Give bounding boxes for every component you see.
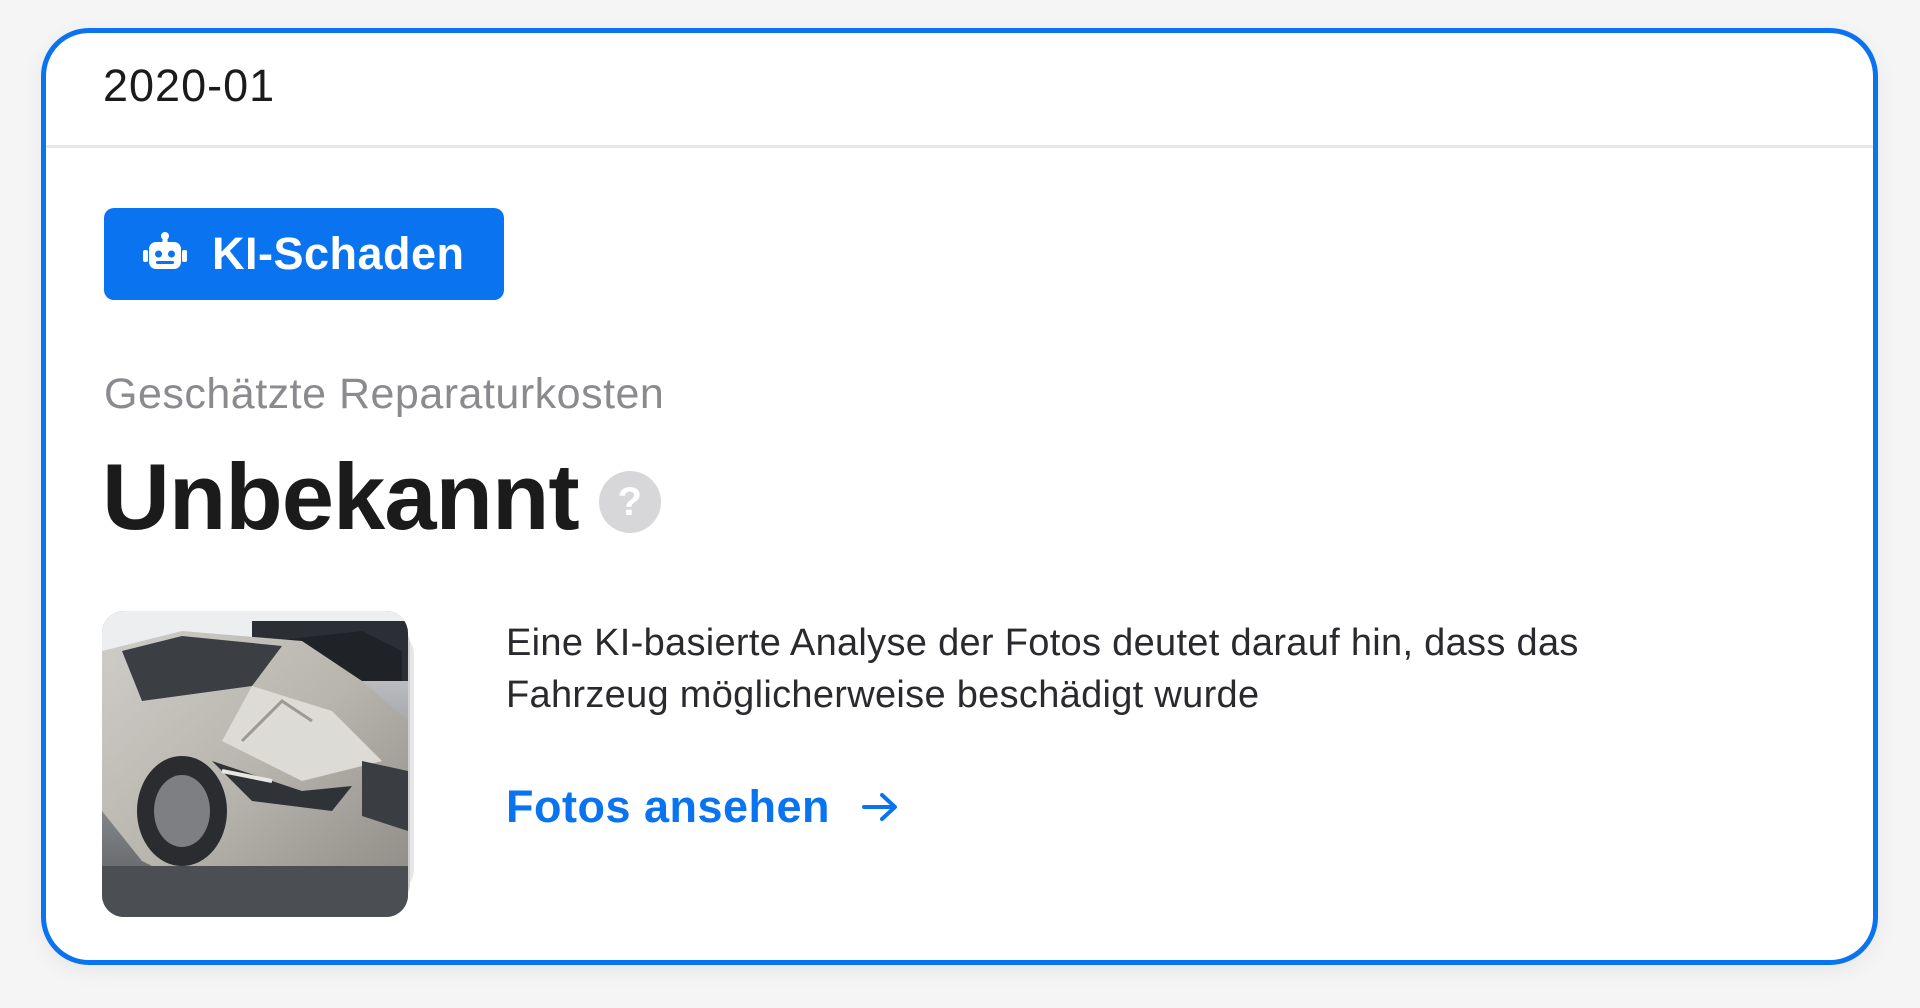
repair-cost-value: Unbekannt xyxy=(102,444,580,549)
ki-damage-badge: KI-Schaden xyxy=(104,208,504,300)
robot-icon xyxy=(142,231,188,277)
repair-cost-label: Geschätzte Reparaturkosten xyxy=(104,370,665,418)
arrow-right-icon xyxy=(858,785,902,829)
card-header: 2020-01 xyxy=(46,33,1873,148)
view-photos-link[interactable]: Fotos ansehen xyxy=(506,781,902,833)
repair-cost-row: Unbekannt ? xyxy=(102,443,661,551)
damaged-car-photo[interactable] xyxy=(102,611,408,917)
question-mark-icon[interactable]: ? xyxy=(598,471,661,533)
badge-label: KI-Schaden xyxy=(212,228,465,279)
date-label: 2020-01 xyxy=(103,60,276,111)
damage-card: 2020-01 KI-Schaden Geschätzte Reparaturk… xyxy=(41,28,1878,965)
photo-stack[interactable] xyxy=(102,611,462,921)
view-photos-label: Fotos ansehen xyxy=(506,781,831,832)
analysis-description: Eine KI-basierte Analyse der Fotos deute… xyxy=(506,622,1579,716)
